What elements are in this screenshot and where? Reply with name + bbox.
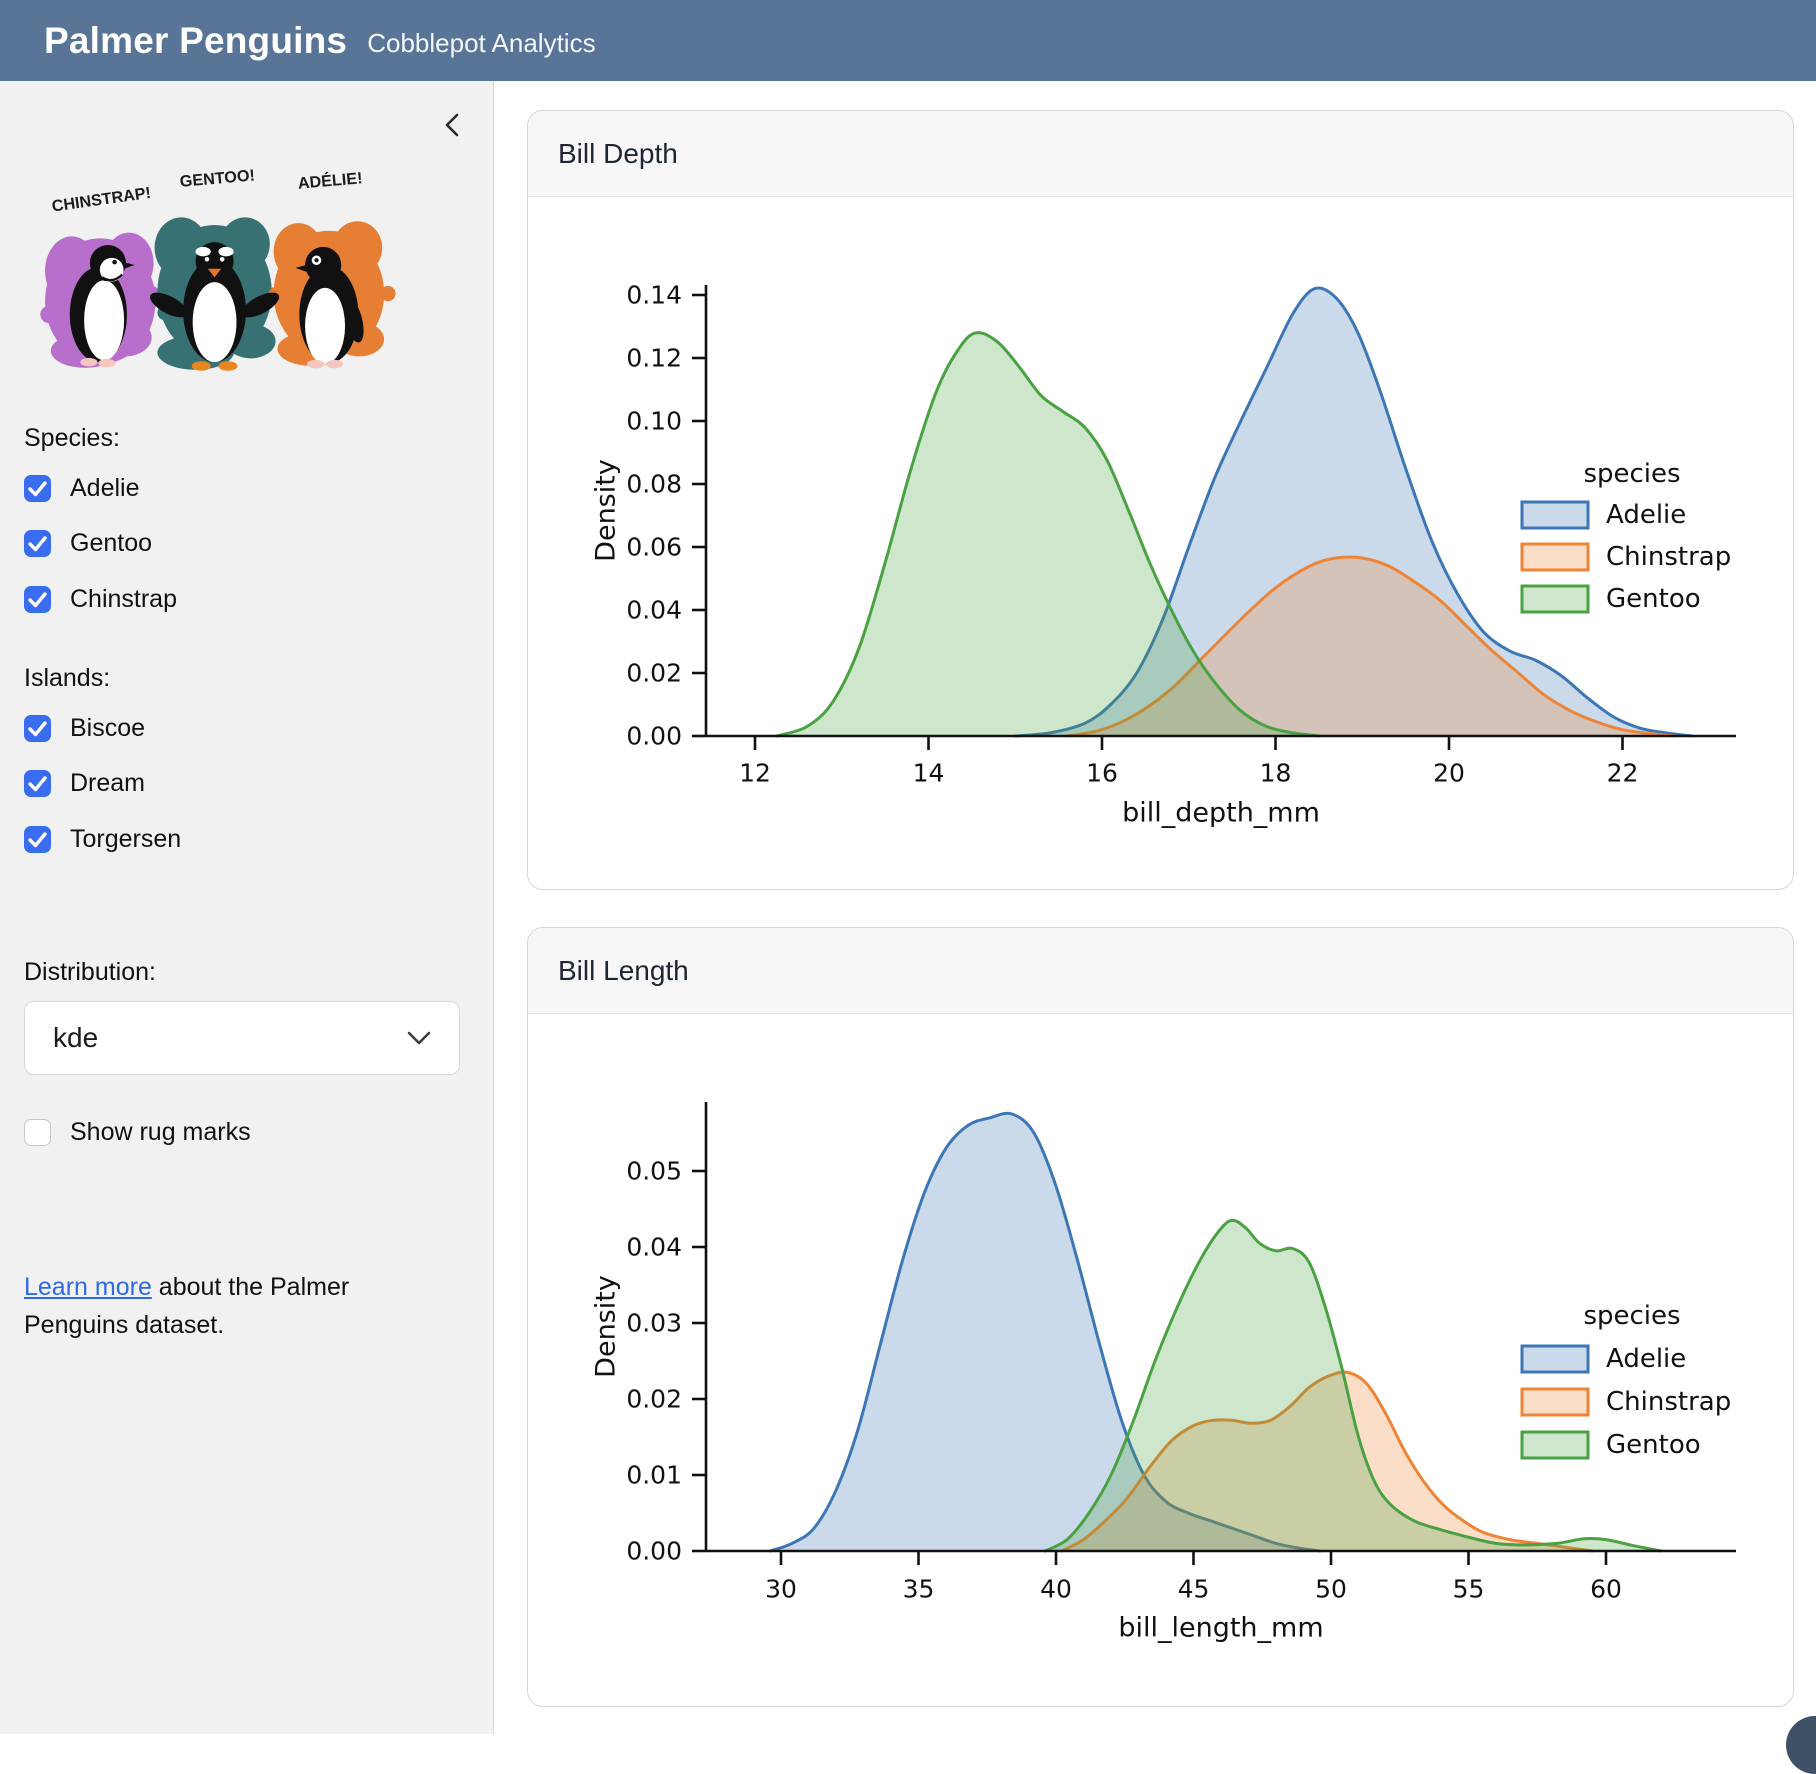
penguins-artwork-image: CHINSTRAP! GENTOO! ADÉLIE! (26, 147, 426, 383)
checkbox-island-torgersen[interactable]: Torgersen (24, 824, 181, 854)
distribution-selected-value: kde (53, 1022, 98, 1054)
checkbox-label[interactable]: Adelie (70, 474, 140, 503)
svg-text:50: 50 (1315, 1575, 1347, 1604)
checkbox-label[interactable]: Torgersen (70, 825, 181, 854)
checkbox-label[interactable]: Chinstrap (70, 585, 177, 614)
svg-text:40: 40 (1040, 1575, 1072, 1604)
svg-text:0.14: 0.14 (626, 281, 682, 310)
checkbox-label[interactable]: Gentoo (70, 529, 152, 558)
checkbox-label[interactable]: Biscoe (70, 714, 145, 743)
bill-depth-plot: 0.00 0.02 0.04 0.06 0.08 0.10 0.12 0.14 12 14 16 18… (528, 197, 1793, 890)
svg-text:0.08: 0.08 (626, 470, 682, 499)
bill-length-card: Bill Length 0.00 0.01 0.02 0.03 0.04 0.05 30 35… (527, 927, 1794, 1707)
sidebar: CHINSTRAP! GENTOO! ADÉLIE! Species: Adel… (0, 81, 494, 1734)
checked-checkbox-icon (24, 826, 51, 853)
svg-text:0.01: 0.01 (626, 1461, 682, 1490)
checked-checkbox-icon (24, 586, 51, 613)
svg-text:Gentoo: Gentoo (1606, 584, 1701, 614)
svg-text:55: 55 (1453, 1575, 1485, 1604)
unchecked-checkbox-icon (24, 1119, 51, 1146)
svg-text:35: 35 (903, 1575, 935, 1604)
svg-text:60: 60 (1590, 1575, 1622, 1604)
bill-length-card-header: Bill Length (528, 928, 1793, 1014)
svg-text:0.04: 0.04 (626, 596, 682, 625)
checkbox-species-adelie[interactable]: Adelie (24, 473, 140, 503)
checkbox-island-biscoe[interactable]: Biscoe (24, 713, 145, 743)
svg-text:0.12: 0.12 (626, 344, 682, 373)
app-header: Palmer Penguins Cobblepot Analytics (0, 0, 1816, 81)
distribution-label: Distribution: (24, 957, 156, 987)
svg-text:Adelie: Adelie (1606, 1344, 1686, 1374)
distribution-select[interactable]: kde (24, 1001, 460, 1075)
svg-text:0.04: 0.04 (626, 1233, 682, 1262)
chevron-down-icon (407, 1031, 431, 1046)
artwork-label-chinstrap: CHINSTRAP! (51, 184, 152, 216)
chevron-left-icon (439, 111, 467, 139)
svg-text:20: 20 (1433, 759, 1465, 788)
card-title: Bill Length (558, 955, 689, 987)
svg-text:species: species (1583, 459, 1680, 489)
svg-text:Adelie: Adelie (1606, 500, 1686, 530)
svg-text:18: 18 (1260, 759, 1292, 788)
checked-checkbox-icon (24, 715, 51, 742)
svg-text:12: 12 (739, 759, 771, 788)
svg-text:0.00: 0.00 (626, 1537, 682, 1566)
checked-checkbox-icon (24, 770, 51, 797)
svg-text:0.10: 0.10 (626, 407, 682, 436)
svg-text:bill_length_mm: bill_length_mm (1118, 1613, 1323, 1644)
islands-section-label: Islands: (24, 663, 110, 693)
bill-depth-card: Bill Depth 0.000.020.040.060.080.100.120… (527, 110, 1794, 890)
artwork-label-adelie: ADÉLIE! (297, 168, 363, 193)
app-subtitle: Cobblepot Analytics (367, 28, 595, 59)
checkbox-label[interactable]: Dream (70, 769, 145, 798)
svg-text:Density: Density (591, 1275, 622, 1378)
species-section-label: Species: (24, 423, 120, 453)
checkbox-species-chinstrap[interactable]: Chinstrap (24, 584, 177, 614)
learn-more-text: Learn more about the Palmer Penguins dat… (24, 1268, 456, 1344)
bill-length-plot: 0.00 0.01 0.02 0.03 0.04 0.05 30 35 40 45 50 55 60 bi… (528, 1014, 1793, 1707)
learn-more-link[interactable]: Learn more (24, 1273, 152, 1301)
svg-text:0.00: 0.00 (626, 722, 682, 751)
app-title: Palmer Penguins (44, 20, 347, 62)
svg-text:22: 22 (1607, 759, 1639, 788)
checked-checkbox-icon (24, 530, 51, 557)
bill-length-kde-chart: 0.00 0.01 0.02 0.03 0.04 0.05 30 35 40 45 50 55 60 bi… (528, 1014, 1793, 1707)
svg-text:0.06: 0.06 (626, 533, 682, 562)
main-content: Bill Depth 0.000.020.040.060.080.100.120… (494, 81, 1816, 1734)
checkbox-show-rug-marks[interactable]: Show rug marks (24, 1117, 251, 1147)
svg-text:bill_depth_mm: bill_depth_mm (1122, 798, 1320, 829)
svg-text:0.03: 0.03 (626, 1309, 682, 1338)
sidebar-collapse-button[interactable] (439, 111, 467, 139)
svg-text:45: 45 (1178, 1575, 1210, 1604)
svg-text:30: 30 (765, 1575, 797, 1604)
checked-checkbox-icon (24, 475, 51, 502)
checkbox-island-dream[interactable]: Dream (24, 768, 145, 798)
svg-text:Density: Density (591, 459, 622, 562)
checkbox-species-gentoo[interactable]: Gentoo (24, 528, 152, 558)
svg-text:14: 14 (913, 759, 945, 788)
bill-depth-card-header: Bill Depth (528, 111, 1793, 197)
svg-text:Chinstrap: Chinstrap (1606, 542, 1731, 572)
bill-depth-kde-chart: 0.00 0.02 0.04 0.06 0.08 0.10 0.12 0.14 12 14 16 18… (528, 197, 1793, 890)
svg-text:Gentoo: Gentoo (1606, 1430, 1701, 1460)
card-title: Bill Depth (558, 138, 678, 170)
artwork-label-gentoo: GENTOO! (179, 166, 256, 190)
checkbox-label[interactable]: Show rug marks (70, 1118, 251, 1147)
svg-text:species: species (1583, 1301, 1680, 1331)
svg-text:0.02: 0.02 (626, 1385, 682, 1414)
svg-text:0.05: 0.05 (626, 1157, 682, 1186)
svg-text:Chinstrap: Chinstrap (1606, 1387, 1731, 1417)
svg-text:0.02: 0.02 (626, 659, 682, 688)
svg-text:16: 16 (1086, 759, 1118, 788)
